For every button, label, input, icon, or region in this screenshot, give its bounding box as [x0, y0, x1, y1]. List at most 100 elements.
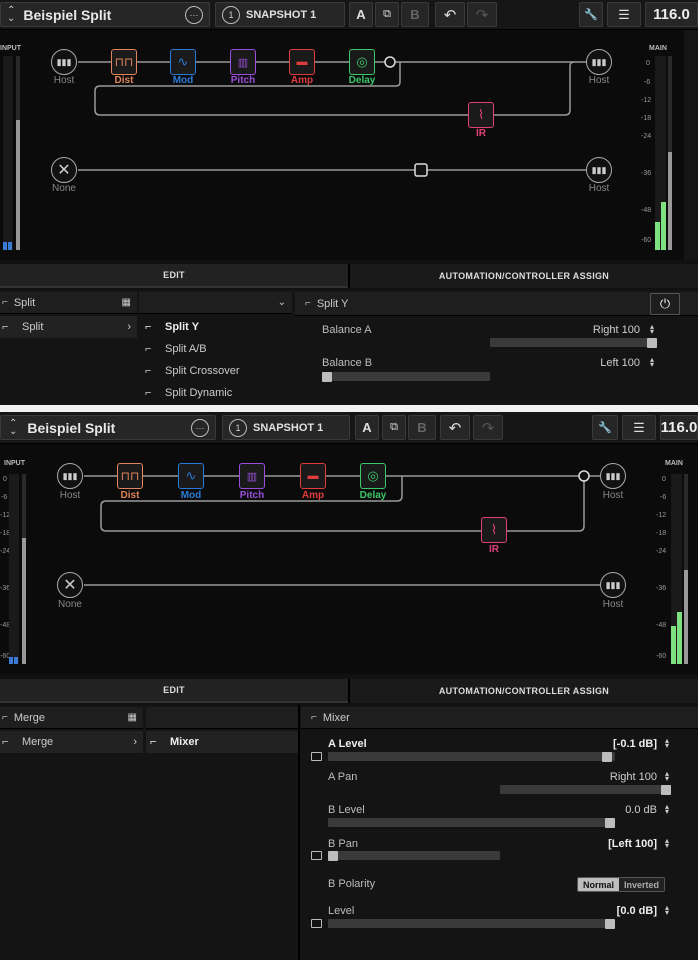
- param-value[interactable]: [Left 100]: [560, 838, 657, 850]
- a-pan-slider[interactable]: [500, 784, 671, 795]
- main-volume-slider[interactable]: [668, 56, 672, 250]
- model-item-mixer[interactable]: ⌐ Mixer: [146, 731, 298, 753]
- tuner-icon[interactable]: 🔧: [579, 2, 603, 27]
- host-output-node-2[interactable]: ▮▮▮: [600, 572, 626, 598]
- menu-icon[interactable]: ☰: [607, 2, 641, 27]
- path-a-button[interactable]: A: [349, 2, 373, 27]
- host-output-node-2[interactable]: ▮▮▮: [586, 157, 612, 183]
- snapshot-selector[interactable]: 1 SNAPSHOT 1: [222, 415, 350, 440]
- b-level-slider[interactable]: [328, 817, 615, 828]
- host-input-node[interactable]: ▮▮▮: [51, 49, 77, 75]
- slider-knob[interactable]: [647, 337, 657, 348]
- menu-icon[interactable]: ☰: [622, 415, 656, 440]
- model-item-split-crossover[interactable]: ⌐ Split Crossover: [139, 360, 292, 382]
- input-trim-slider[interactable]: [22, 474, 26, 664]
- stepper-icon[interactable]: ▴ ▾: [663, 770, 671, 783]
- mod-block[interactable]: ∿: [178, 463, 204, 489]
- level-slider[interactable]: [328, 918, 615, 929]
- snapshot-selector[interactable]: 1 SNAPSHOT 1: [215, 2, 345, 27]
- polarity-inverted-option[interactable]: Inverted: [619, 878, 665, 891]
- b-pan-slider[interactable]: [328, 850, 500, 861]
- stepper-icon[interactable]: ▴ ▾: [663, 803, 671, 816]
- param-value[interactable]: [-0.1 dB]: [560, 738, 657, 750]
- waveform-icon: ▮▮▮: [62, 470, 78, 481]
- preset-selector[interactable]: ⌃ ⌄ Beispiel Split ···: [0, 2, 210, 27]
- stepper-icon[interactable]: ▴ ▾: [663, 837, 671, 850]
- delay-block[interactable]: ◎: [360, 463, 386, 489]
- amp-block[interactable]: ▬: [289, 49, 315, 75]
- mod-block[interactable]: ∿: [170, 49, 196, 75]
- undo-icon[interactable]: ↶: [440, 415, 470, 440]
- slider-knob[interactable]: [328, 850, 338, 861]
- path-a-button[interactable]: A: [355, 415, 379, 440]
- none-input-node[interactable]: ✕: [57, 572, 83, 598]
- path-b-button[interactable]: B: [401, 2, 429, 27]
- more-options-icon[interactable]: ···: [185, 5, 203, 24]
- host-input-node[interactable]: ▮▮▮: [57, 463, 83, 489]
- chevron-updown-icon[interactable]: ⌃ ⌄: [9, 418, 17, 436]
- stepper-icon[interactable]: ▴ ▾: [648, 356, 656, 369]
- category-header[interactable]: ⌐ Merge ▦: [0, 707, 143, 729]
- category-item[interactable]: ⌐ Split ›: [0, 316, 137, 338]
- host-output-node-1[interactable]: ▮▮▮: [600, 463, 626, 489]
- param-value[interactable]: Right 100: [560, 324, 640, 336]
- ir-block[interactable]: ⌇: [481, 517, 507, 543]
- delay-block[interactable]: ◎: [349, 49, 375, 75]
- category-item[interactable]: ⌐ Merge ›: [0, 731, 143, 753]
- balance-b-slider[interactable]: [322, 371, 490, 382]
- input-trim-slider[interactable]: [16, 56, 20, 250]
- balance-a-slider[interactable]: [490, 337, 657, 348]
- slider-knob[interactable]: [661, 784, 671, 795]
- param-value[interactable]: Right 100: [560, 771, 657, 783]
- none-input-node[interactable]: ✕: [51, 157, 77, 183]
- amp-block[interactable]: ▬: [300, 463, 326, 489]
- pitch-block[interactable]: ▥: [239, 463, 265, 489]
- stepper-icon[interactable]: ▴ ▾: [663, 904, 671, 917]
- slider-knob[interactable]: [322, 371, 332, 382]
- param-value[interactable]: 0.0 dB: [560, 804, 657, 816]
- dist-block[interactable]: ⊓⊓: [111, 49, 137, 75]
- model-item-split-y[interactable]: ⌐ Split Y: [139, 316, 292, 338]
- model-item-split-dynamic[interactable]: ⌐ Split Dynamic: [139, 382, 292, 404]
- stepper-icon[interactable]: ▴ ▾: [648, 323, 656, 336]
- preset-selector[interactable]: ⌃ ⌄ Beispiel Split ···: [0, 415, 216, 440]
- power-icon[interactable]: ⏻: [650, 293, 680, 315]
- b-polarity-toggle[interactable]: Normal Inverted: [577, 877, 666, 892]
- copy-icon[interactable]: ⧉: [375, 2, 399, 27]
- more-options-icon[interactable]: ···: [191, 418, 209, 437]
- tab-edit[interactable]: EDIT: [0, 264, 348, 288]
- a-level-slider[interactable]: [328, 751, 615, 762]
- grid-icon[interactable]: ▦: [128, 712, 137, 723]
- chevron-updown-icon[interactable]: ⌃ ⌄: [7, 5, 15, 23]
- undo-icon[interactable]: ↶: [435, 2, 465, 27]
- slider-knob[interactable]: [605, 918, 615, 929]
- tab-automation[interactable]: AUTOMATION/CONTROLLER ASSIGN: [348, 679, 698, 703]
- model-header[interactable]: [146, 707, 298, 729]
- slider-knob[interactable]: [602, 751, 613, 762]
- category-header[interactable]: ⌐ Split ▦: [0, 292, 137, 314]
- tempo-display[interactable]: 116.0: [660, 415, 698, 440]
- redo-icon[interactable]: ↷: [467, 2, 497, 27]
- param-value[interactable]: [0.0 dB]: [560, 905, 657, 917]
- ir-block[interactable]: ⌇: [468, 102, 494, 128]
- copy-icon[interactable]: ⧉: [382, 415, 406, 440]
- dist-block[interactable]: ⊓⊓: [117, 463, 143, 489]
- model-item-split-ab[interactable]: ⌐ Split A/B: [139, 338, 292, 360]
- grid-icon[interactable]: ▦: [122, 297, 131, 308]
- host-output-node-1[interactable]: ▮▮▮: [586, 49, 612, 75]
- tab-edit[interactable]: EDIT: [0, 679, 348, 703]
- tuner-icon[interactable]: 🔧: [592, 415, 618, 440]
- param-value[interactable]: Left 100: [560, 357, 640, 369]
- tick-36: -36: [641, 170, 652, 177]
- slider-knob[interactable]: [605, 817, 615, 828]
- path-b-button[interactable]: B: [408, 415, 436, 440]
- stepper-icon[interactable]: ▴ ▾: [663, 737, 671, 750]
- polarity-normal-option[interactable]: Normal: [578, 878, 620, 891]
- chevron-down-icon[interactable]: ⌄: [278, 297, 286, 308]
- model-header[interactable]: ⌄: [139, 292, 292, 314]
- pitch-block[interactable]: ▥: [230, 49, 256, 75]
- tempo-display[interactable]: 116.0: [645, 2, 698, 27]
- redo-icon[interactable]: ↷: [473, 415, 503, 440]
- tab-automation[interactable]: AUTOMATION/CONTROLLER ASSIGN: [348, 264, 698, 288]
- main-volume-slider[interactable]: [684, 474, 688, 664]
